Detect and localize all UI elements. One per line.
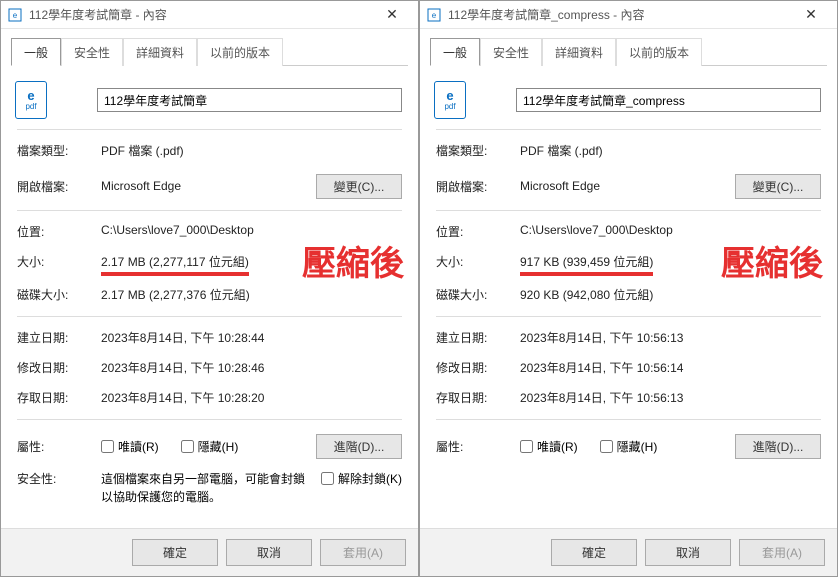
tab-versions[interactable]: 以前的版本 xyxy=(197,38,283,66)
tab-details[interactable]: 詳細資料 xyxy=(542,38,616,66)
label-created: 建立日期: xyxy=(17,329,101,346)
apply-button[interactable]: 套用(A) xyxy=(320,539,406,566)
value-security: 這個檔案來自另一部電腦，可能會封鎖以協助保護您的電腦。 xyxy=(101,470,321,506)
checkbox-hidden[interactable]: 隱藏(H) xyxy=(600,438,658,455)
properties-dialog-right: e 112學年度考試簡章_compress - 內容 ✕ 一般 安全性 詳細資料… xyxy=(419,0,838,577)
tab-general[interactable]: 一般 xyxy=(11,38,61,66)
label-size: 大小: xyxy=(436,253,520,270)
tab-panel-general: epdf 檔案類型: PDF 檔案 (.pdf) 開啟檔案: Microsoft… xyxy=(430,65,827,528)
value-size: 2.17 MB (2,277,117 位元組) xyxy=(101,253,402,276)
titlebar: e 112學年度考試簡章_compress - 內容 ✕ xyxy=(420,1,837,29)
label-accessed: 存取日期: xyxy=(436,389,520,406)
tab-details[interactable]: 詳細資料 xyxy=(123,38,197,66)
tab-versions[interactable]: 以前的版本 xyxy=(616,38,702,66)
label-opens: 開啟檔案: xyxy=(17,178,101,195)
svg-text:e: e xyxy=(432,11,437,20)
tab-security[interactable]: 安全性 xyxy=(61,38,123,66)
apply-button[interactable]: 套用(A) xyxy=(739,539,825,566)
checkbox-readonly[interactable]: 唯讀(R) xyxy=(520,438,578,455)
file-icon-small: e xyxy=(7,7,23,23)
label-security: 安全性: xyxy=(17,470,101,487)
tab-general[interactable]: 一般 xyxy=(430,38,480,66)
titlebar: e 112學年度考試簡章 - 內容 ✕ xyxy=(1,1,418,29)
value-type: PDF 檔案 (.pdf) xyxy=(101,142,402,159)
dialog-footer: 確定 取消 套用(A) xyxy=(1,528,418,576)
filename-input[interactable] xyxy=(97,88,402,112)
tab-strip: 一般 安全性 詳細資料 以前的版本 xyxy=(1,29,418,65)
change-button[interactable]: 變更(C)... xyxy=(316,174,402,199)
label-accessed: 存取日期: xyxy=(17,389,101,406)
value-opens: Microsoft Edge xyxy=(520,179,735,193)
checkbox-hidden[interactable]: 隱藏(H) xyxy=(181,438,239,455)
cancel-button[interactable]: 取消 xyxy=(645,539,731,566)
label-location: 位置: xyxy=(17,223,101,240)
cancel-button[interactable]: 取消 xyxy=(226,539,312,566)
value-accessed: 2023年8月14日, 下午 10:56:13 xyxy=(520,389,821,406)
checkbox-unblock[interactable]: 解除封鎖(K) xyxy=(321,470,402,487)
change-button[interactable]: 變更(C)... xyxy=(735,174,821,199)
file-icon-small: e xyxy=(426,7,442,23)
dialog-footer: 確定 取消 套用(A) xyxy=(420,528,837,576)
checkbox-readonly[interactable]: 唯讀(R) xyxy=(101,438,159,455)
filename-input[interactable] xyxy=(516,88,821,112)
label-type: 檔案類型: xyxy=(17,142,101,159)
label-type: 檔案類型: xyxy=(436,142,520,159)
label-modified: 修改日期: xyxy=(17,359,101,376)
value-created: 2023年8月14日, 下午 10:56:13 xyxy=(520,329,821,346)
label-attributes: 屬性: xyxy=(17,438,101,455)
label-modified: 修改日期: xyxy=(436,359,520,376)
close-icon[interactable]: ✕ xyxy=(372,1,412,28)
value-size: 917 KB (939,459 位元組) xyxy=(520,253,821,276)
tab-security[interactable]: 安全性 xyxy=(480,38,542,66)
label-opens: 開啟檔案: xyxy=(436,178,520,195)
label-size: 大小: xyxy=(17,253,101,270)
pdf-icon: epdf xyxy=(434,81,466,119)
value-type: PDF 檔案 (.pdf) xyxy=(520,142,821,159)
ok-button[interactable]: 確定 xyxy=(132,539,218,566)
svg-text:e: e xyxy=(13,11,18,20)
value-modified: 2023年8月14日, 下午 10:28:46 xyxy=(101,359,402,376)
label-location: 位置: xyxy=(436,223,520,240)
value-created: 2023年8月14日, 下午 10:28:44 xyxy=(101,329,402,346)
value-modified: 2023年8月14日, 下午 10:56:14 xyxy=(520,359,821,376)
pdf-icon: epdf xyxy=(15,81,47,119)
close-icon[interactable]: ✕ xyxy=(791,1,831,28)
window-title: 112學年度考試簡章_compress - 內容 xyxy=(448,6,791,23)
tab-panel-general: epdf 檔案類型: PDF 檔案 (.pdf) 開啟檔案: Microsoft… xyxy=(11,65,408,528)
value-opens: Microsoft Edge xyxy=(101,179,316,193)
value-disk: 2.17 MB (2,277,376 位元組) xyxy=(101,286,402,303)
label-disk: 磁碟大小: xyxy=(436,286,520,303)
label-created: 建立日期: xyxy=(436,329,520,346)
advanced-button[interactable]: 進階(D)... xyxy=(735,434,821,459)
value-disk: 920 KB (942,080 位元組) xyxy=(520,286,821,303)
ok-button[interactable]: 確定 xyxy=(551,539,637,566)
advanced-button[interactable]: 進階(D)... xyxy=(316,434,402,459)
tab-strip: 一般 安全性 詳細資料 以前的版本 xyxy=(420,29,837,65)
value-location: C:\Users\love7_000\Desktop xyxy=(520,223,821,237)
value-accessed: 2023年8月14日, 下午 10:28:20 xyxy=(101,389,402,406)
window-title: 112學年度考試簡章 - 內容 xyxy=(29,6,372,23)
value-location: C:\Users\love7_000\Desktop xyxy=(101,223,402,237)
properties-dialog-left: e 112學年度考試簡章 - 內容 ✕ 一般 安全性 詳細資料 以前的版本 ep… xyxy=(0,0,419,577)
label-disk: 磁碟大小: xyxy=(17,286,101,303)
label-attributes: 屬性: xyxy=(436,438,520,455)
